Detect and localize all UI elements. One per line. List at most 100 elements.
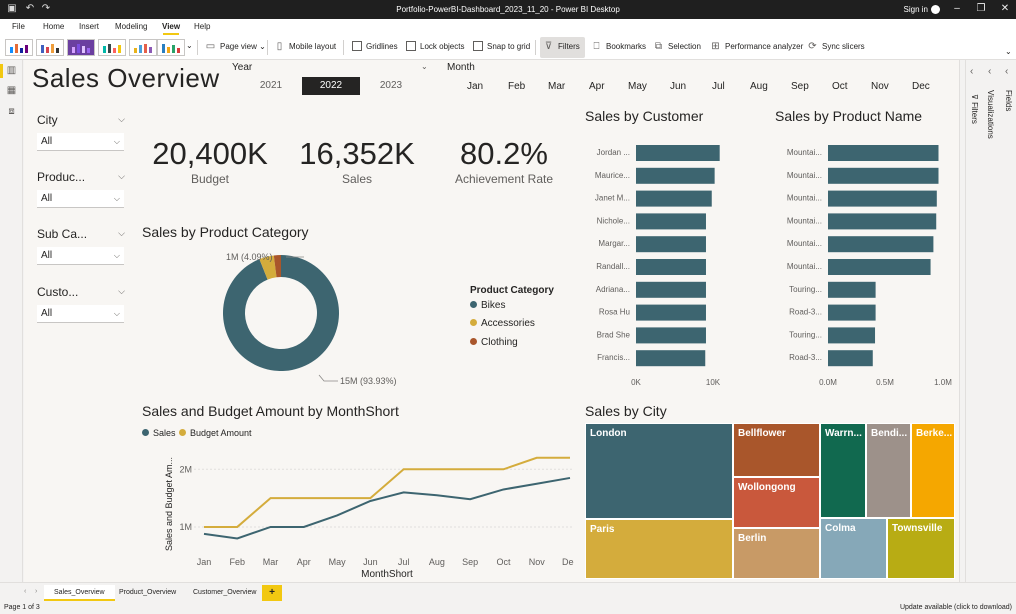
subcategory-dropdown[interactable]: All ⌵ bbox=[37, 247, 124, 265]
legend-item-clothing[interactable]: Clothing bbox=[470, 337, 518, 348]
treemap-cell-berlin[interactable]: Berlin bbox=[733, 528, 820, 579]
menu-help[interactable]: Help bbox=[194, 22, 210, 31]
month-button-jan[interactable]: Jan bbox=[467, 81, 483, 92]
theme-thumbnail-selected[interactable] bbox=[67, 39, 95, 56]
page-tab-sales-overview[interactable]: Sales_Overview bbox=[44, 585, 115, 601]
menu-bar: File Home Insert Modeling View Help bbox=[0, 19, 1016, 35]
bookmarks-button[interactable]: ⎕ Bookmarks bbox=[591, 41, 647, 52]
themes-dropdown-icon[interactable]: ⌄ bbox=[186, 41, 193, 50]
chevron-down-icon[interactable]: ⌵ bbox=[118, 228, 125, 239]
menu-home[interactable]: Home bbox=[43, 22, 64, 31]
treemap-cell-colma[interactable]: Colma bbox=[820, 518, 887, 579]
prev-page-icon[interactable]: ‹ bbox=[24, 588, 26, 595]
x-tick-label: Feb bbox=[230, 557, 246, 567]
bar bbox=[636, 304, 706, 321]
page-tab-customer-overview[interactable]: Customer_Overview bbox=[183, 585, 266, 601]
month-button-aug[interactable]: Aug bbox=[750, 81, 768, 92]
update-available-link[interactable]: Update available (click to download) bbox=[900, 604, 1012, 611]
month-button-oct[interactable]: Oct bbox=[832, 81, 848, 92]
month-button-may[interactable]: May bbox=[628, 81, 647, 92]
x-tick-label: 0.5M bbox=[876, 378, 894, 387]
city-dropdown[interactable]: All ⌵ bbox=[37, 133, 124, 151]
gridlines-checkbox[interactable]: Gridlines bbox=[352, 41, 398, 51]
theme-thumbnail[interactable] bbox=[36, 39, 64, 56]
menu-insert[interactable]: Insert bbox=[79, 22, 99, 31]
theme-thumbnail[interactable] bbox=[157, 39, 185, 56]
maximize-button[interactable]: ❐ bbox=[972, 3, 990, 14]
minimize-button[interactable]: – bbox=[948, 3, 966, 14]
page-view-button[interactable]: ▭ Page view ⌄ bbox=[205, 41, 266, 52]
bar bbox=[636, 167, 715, 184]
year-button-2021[interactable]: 2021 bbox=[242, 77, 300, 95]
model-view-icon[interactable]: ⧈ bbox=[6, 106, 17, 117]
legend-item-bikes[interactable]: Bikes bbox=[470, 300, 505, 311]
right-panes: ‹ ‹ ‹ ⊽ Filters Visualizations Fields bbox=[965, 60, 1016, 582]
add-page-button[interactable]: + bbox=[262, 585, 282, 601]
customer-bar-chart[interactable]: Jordan ... Maurice... Janet M... Nichole...… bbox=[585, 138, 735, 388]
legend-item-sales[interactable]: Sales bbox=[142, 428, 176, 438]
month-button-mar[interactable]: Mar bbox=[548, 81, 565, 92]
month-button-feb[interactable]: Feb bbox=[508, 81, 525, 92]
month-button-nov[interactable]: Nov bbox=[871, 81, 889, 92]
treemap-cell-paris[interactable]: Paris bbox=[585, 519, 733, 579]
month-button-dec[interactable]: Dec bbox=[912, 81, 930, 92]
menu-file[interactable]: File bbox=[12, 22, 25, 31]
treemap-cell-wollongong[interactable]: Wollongong bbox=[733, 477, 820, 528]
month-button-jun[interactable]: Jun bbox=[670, 81, 686, 92]
theme-thumbnail[interactable] bbox=[5, 39, 33, 56]
bar-label: Touring... bbox=[789, 285, 822, 294]
city-treemap[interactable]: London Paris Bellflower Wollongong Berli… bbox=[585, 423, 955, 579]
year-button-2022[interactable]: 2022 bbox=[302, 77, 360, 95]
performance-analyzer-button[interactable]: ⊞ Performance analyzer bbox=[710, 41, 803, 52]
year-slicer-dropdown-icon[interactable]: ⌄ bbox=[421, 62, 428, 71]
selection-button[interactable]: ⧉ Selection bbox=[653, 41, 701, 52]
month-button-sep[interactable]: Sep bbox=[791, 81, 809, 92]
theme-thumbnail[interactable] bbox=[129, 39, 157, 56]
donut-chart[interactable]: 1M (4.09%) 15M (93.93%) bbox=[214, 245, 414, 395]
sign-in-link[interactable]: Sign in bbox=[904, 5, 928, 14]
visualizations-pane-tab[interactable]: Visualizations bbox=[986, 90, 995, 139]
ribbon-collapse-icon[interactable]: ⌄ bbox=[1005, 47, 1012, 56]
filters-button[interactable]: ⊽ Filters bbox=[543, 41, 580, 52]
mobile-layout-button[interactable]: ▯ Mobile layout bbox=[274, 41, 336, 52]
treemap-cell-bellflower[interactable]: Bellflower bbox=[733, 423, 820, 477]
data-view-icon[interactable]: ▦ bbox=[6, 85, 17, 96]
next-page-icon[interactable]: › bbox=[35, 588, 37, 595]
chevron-down-icon[interactable]: ⌵ bbox=[118, 114, 125, 125]
customer-dropdown[interactable]: All ⌵ bbox=[37, 305, 124, 323]
line-chart-title: Sales and Budget Amount by MonthShort bbox=[142, 403, 399, 419]
treemap-cell-townsville[interactable]: Townsville bbox=[887, 518, 955, 579]
legend-item-accessories[interactable]: Accessories bbox=[470, 318, 535, 329]
close-button[interactable]: ✕ bbox=[996, 3, 1014, 14]
bar-label: Road-3... bbox=[789, 308, 822, 317]
treemap-cell-berkeley[interactable]: Berke... bbox=[911, 423, 955, 518]
treemap-cell-bendigo[interactable]: Bendi... bbox=[866, 423, 911, 518]
theme-thumbnail[interactable] bbox=[98, 39, 126, 56]
treemap-cell-warrnambool[interactable]: Warrn... bbox=[820, 423, 866, 518]
collapse-fields-icon[interactable]: ‹ bbox=[1005, 66, 1008, 77]
chevron-down-icon[interactable]: ⌵ bbox=[118, 286, 125, 297]
fields-pane-tab[interactable]: Fields bbox=[1004, 90, 1013, 111]
snap-to-grid-checkbox[interactable]: Snap to grid bbox=[473, 41, 530, 51]
report-view-icon[interactable]: ▥ bbox=[6, 65, 17, 76]
legend-item-budget-amount[interactable]: Budget Amount bbox=[179, 428, 252, 438]
menu-view[interactable]: View bbox=[162, 22, 180, 31]
chevron-down-icon[interactable]: ⌵ bbox=[118, 171, 125, 182]
year-button-2023[interactable]: 2023 bbox=[362, 77, 420, 95]
sync-slicers-button[interactable]: ⟳ Sync slicers bbox=[807, 41, 864, 52]
product-dropdown[interactable]: All ⌵ bbox=[37, 190, 124, 208]
lock-objects-checkbox[interactable]: Lock objects bbox=[406, 41, 464, 51]
treemap-cell-london[interactable]: London bbox=[585, 423, 733, 519]
bar-label: Touring... bbox=[789, 330, 822, 339]
page-tab-product-overview[interactable]: Product_Overview bbox=[109, 585, 186, 601]
collapse-visualizations-icon[interactable]: ‹ bbox=[988, 66, 991, 77]
line-chart[interactable]: 1M 2M Jan Feb Mar Apr May Jun Jul Aug Sep Oct Nov Dec… bbox=[134, 442, 574, 580]
collapse-filters-icon[interactable]: ‹ bbox=[970, 66, 973, 77]
bar bbox=[828, 259, 931, 275]
month-button-apr[interactable]: Apr bbox=[589, 81, 605, 92]
filters-pane-tab[interactable]: ⊽ Filters bbox=[970, 94, 979, 124]
account-toggle[interactable] bbox=[931, 5, 940, 14]
menu-modeling[interactable]: Modeling bbox=[115, 22, 147, 31]
product-bar-chart[interactable]: Mountai... Mountai... Mountai... Mountai...… bbox=[775, 138, 957, 388]
month-button-jul[interactable]: Jul bbox=[712, 81, 725, 92]
